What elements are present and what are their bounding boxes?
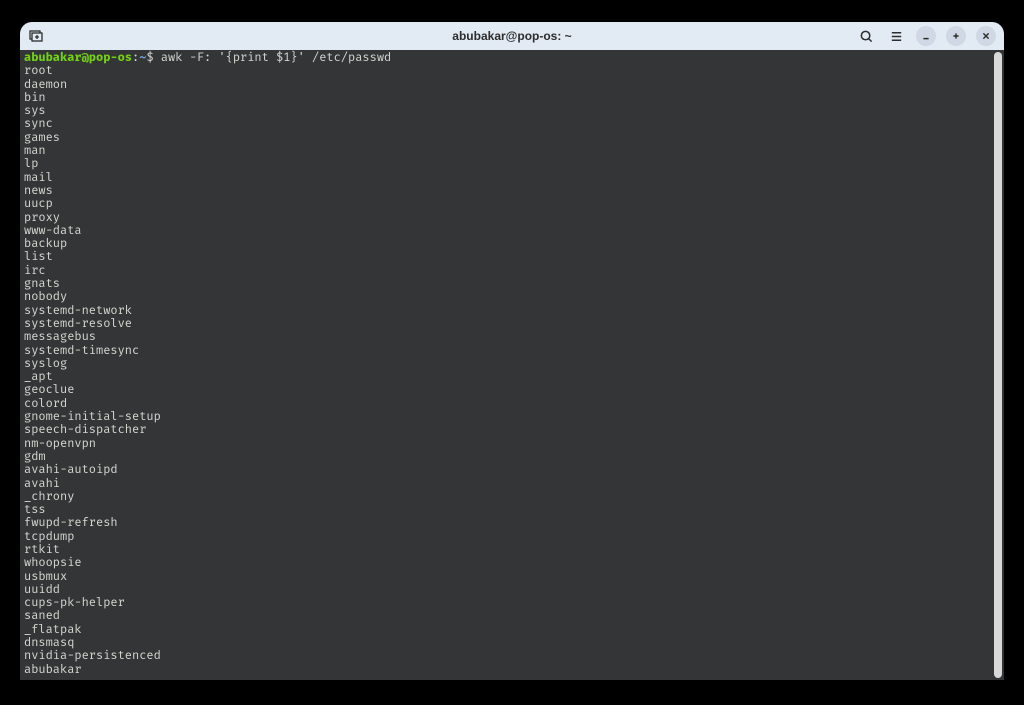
terminal-window: abubakar@pop-os: ~ (20, 22, 1004, 680)
output-line: _apt (24, 370, 53, 384)
scrollbar[interactable] (994, 52, 1002, 678)
output-line: tss (24, 503, 46, 517)
output-line: _chrony (24, 490, 74, 504)
command-text: awk -F: '{print $1}' /etc/passwd (154, 51, 392, 65)
output-line: bin (24, 91, 46, 105)
maximize-button[interactable] (946, 26, 966, 46)
output-line: whoopsie (24, 556, 82, 570)
output-line: systemd-resolve (24, 317, 132, 331)
new-tab-icon[interactable] (28, 28, 44, 44)
output-line: abubakar (24, 663, 82, 677)
output-line: gnome-initial-setup (24, 410, 161, 424)
output-line: fwupd-refresh (24, 516, 118, 530)
output-line: backup (24, 237, 67, 251)
output-line: colord (24, 397, 67, 411)
output-line: mail (24, 171, 53, 185)
output-line: systemd-network (24, 304, 132, 318)
output-line: lp (24, 157, 38, 171)
output-line: usbmux (24, 570, 67, 584)
output-line: geoclue (24, 383, 74, 397)
output-line: gnats (24, 277, 60, 291)
terminal-content: abubakar@pop-os:~$ awk -F: '{print $1}' … (24, 52, 1000, 677)
output-line: uuidd (24, 583, 60, 597)
output-line: avahi-autoipd (24, 463, 118, 477)
output-line: proxy (24, 211, 60, 225)
output-line: syslog (24, 357, 67, 371)
menu-icon[interactable] (886, 26, 906, 46)
output-line: avahi (24, 477, 60, 491)
output-line: man (24, 144, 46, 158)
output-line: speech-dispatcher (24, 423, 146, 437)
output-line: saned (24, 609, 60, 623)
output-line: nm-openvpn (24, 437, 96, 451)
output-line: sys (24, 104, 46, 118)
output-line: cups-pk-helper (24, 596, 125, 610)
prompt-symbol: $ (146, 51, 153, 65)
titlebar-right (856, 26, 996, 46)
window-title: abubakar@pop-os: ~ (452, 29, 571, 43)
output-line: messagebus (24, 330, 96, 344)
output-line: _flatpak (24, 623, 82, 637)
output-line: games (24, 131, 60, 145)
titlebar: abubakar@pop-os: ~ (20, 22, 1004, 50)
output-line: daemon (24, 78, 67, 92)
output-line: list (24, 250, 53, 264)
output-line: nvidia-persistenced (24, 649, 161, 663)
output-line: www-data (24, 224, 82, 238)
minimize-button[interactable] (916, 26, 936, 46)
output-line: nobody (24, 290, 67, 304)
command-value: awk -F: '{print $1}' /etc/passwd (161, 51, 391, 65)
output-container: root daemon bin sys sync games man lp ma… (24, 65, 1000, 677)
output-line: irc (24, 264, 46, 278)
prompt-user-host: abubakar@pop-os (24, 51, 132, 65)
search-icon[interactable] (856, 26, 876, 46)
titlebar-left (28, 28, 44, 44)
close-button[interactable] (976, 26, 996, 46)
output-line: dnsmasq (24, 636, 74, 650)
output-line: gdm (24, 450, 46, 464)
terminal-body[interactable]: abubakar@pop-os:~$ awk -F: '{print $1}' … (20, 50, 1004, 680)
output-line: sync (24, 117, 53, 131)
output-line: systemd-timesync (24, 344, 139, 358)
output-line: root (24, 64, 53, 78)
output-line: tcpdump (24, 530, 74, 544)
output-line: uucp (24, 197, 53, 211)
output-line: rtkit (24, 543, 60, 557)
output-line: news (24, 184, 53, 198)
